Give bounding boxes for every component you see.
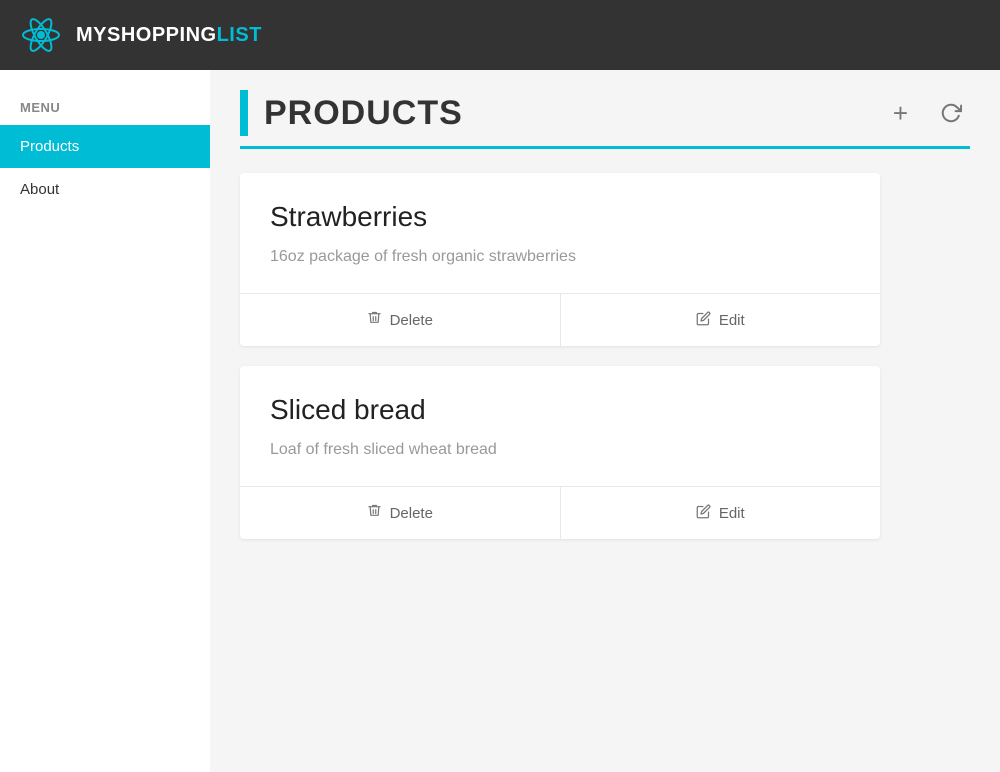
product-description: Loaf of fresh sliced wheat bread [270, 438, 850, 462]
trash-icon [367, 310, 382, 330]
sidebar: MENU Products About [0, 70, 210, 772]
product-actions: Delete Edit [240, 293, 880, 346]
product-body: Sliced bread Loaf of fresh sliced wheat … [240, 366, 880, 486]
product-name: Sliced bread [270, 394, 850, 426]
delete-label: Delete [390, 312, 433, 329]
app-title: MYSHOPPINGLIST [76, 24, 262, 47]
product-body: Strawberries 16oz package of fresh organ… [240, 173, 880, 293]
edit-label: Edit [719, 505, 745, 522]
page-header: PRODUCTS + [240, 90, 970, 149]
edit-product-button[interactable]: Edit [560, 487, 881, 539]
main-layout: MENU Products About PRODUCTS + Strawber [0, 70, 1000, 772]
delete-label: Delete [390, 505, 433, 522]
app-header: MYSHOPPINGLIST [0, 0, 1000, 70]
sidebar-item-products[interactable]: Products [0, 125, 210, 168]
app-logo [20, 14, 62, 56]
sidebar-item-about[interactable]: About [0, 168, 210, 211]
edit-icon [696, 504, 711, 523]
product-name: Strawberries [270, 201, 850, 233]
edit-icon [696, 311, 711, 330]
product-card: Strawberries 16oz package of fresh organ… [240, 173, 880, 346]
add-product-button[interactable]: + [885, 94, 916, 133]
delete-product-button[interactable]: Delete [240, 294, 560, 346]
product-list: Strawberries 16oz package of fresh organ… [240, 173, 970, 539]
refresh-icon [940, 102, 962, 124]
delete-product-button[interactable]: Delete [240, 487, 560, 539]
main-content: PRODUCTS + Strawberries 16oz package of … [210, 70, 1000, 772]
page-title: PRODUCTS [264, 94, 869, 133]
product-description: 16oz package of fresh organic strawberri… [270, 245, 850, 269]
trash-icon [367, 503, 382, 523]
refresh-button[interactable] [932, 98, 970, 128]
edit-label: Edit [719, 312, 745, 329]
edit-product-button[interactable]: Edit [560, 294, 881, 346]
sidebar-menu-label: MENU [0, 100, 210, 125]
product-actions: Delete Edit [240, 486, 880, 539]
page-header-accent [240, 90, 248, 136]
product-card: Sliced bread Loaf of fresh sliced wheat … [240, 366, 880, 539]
